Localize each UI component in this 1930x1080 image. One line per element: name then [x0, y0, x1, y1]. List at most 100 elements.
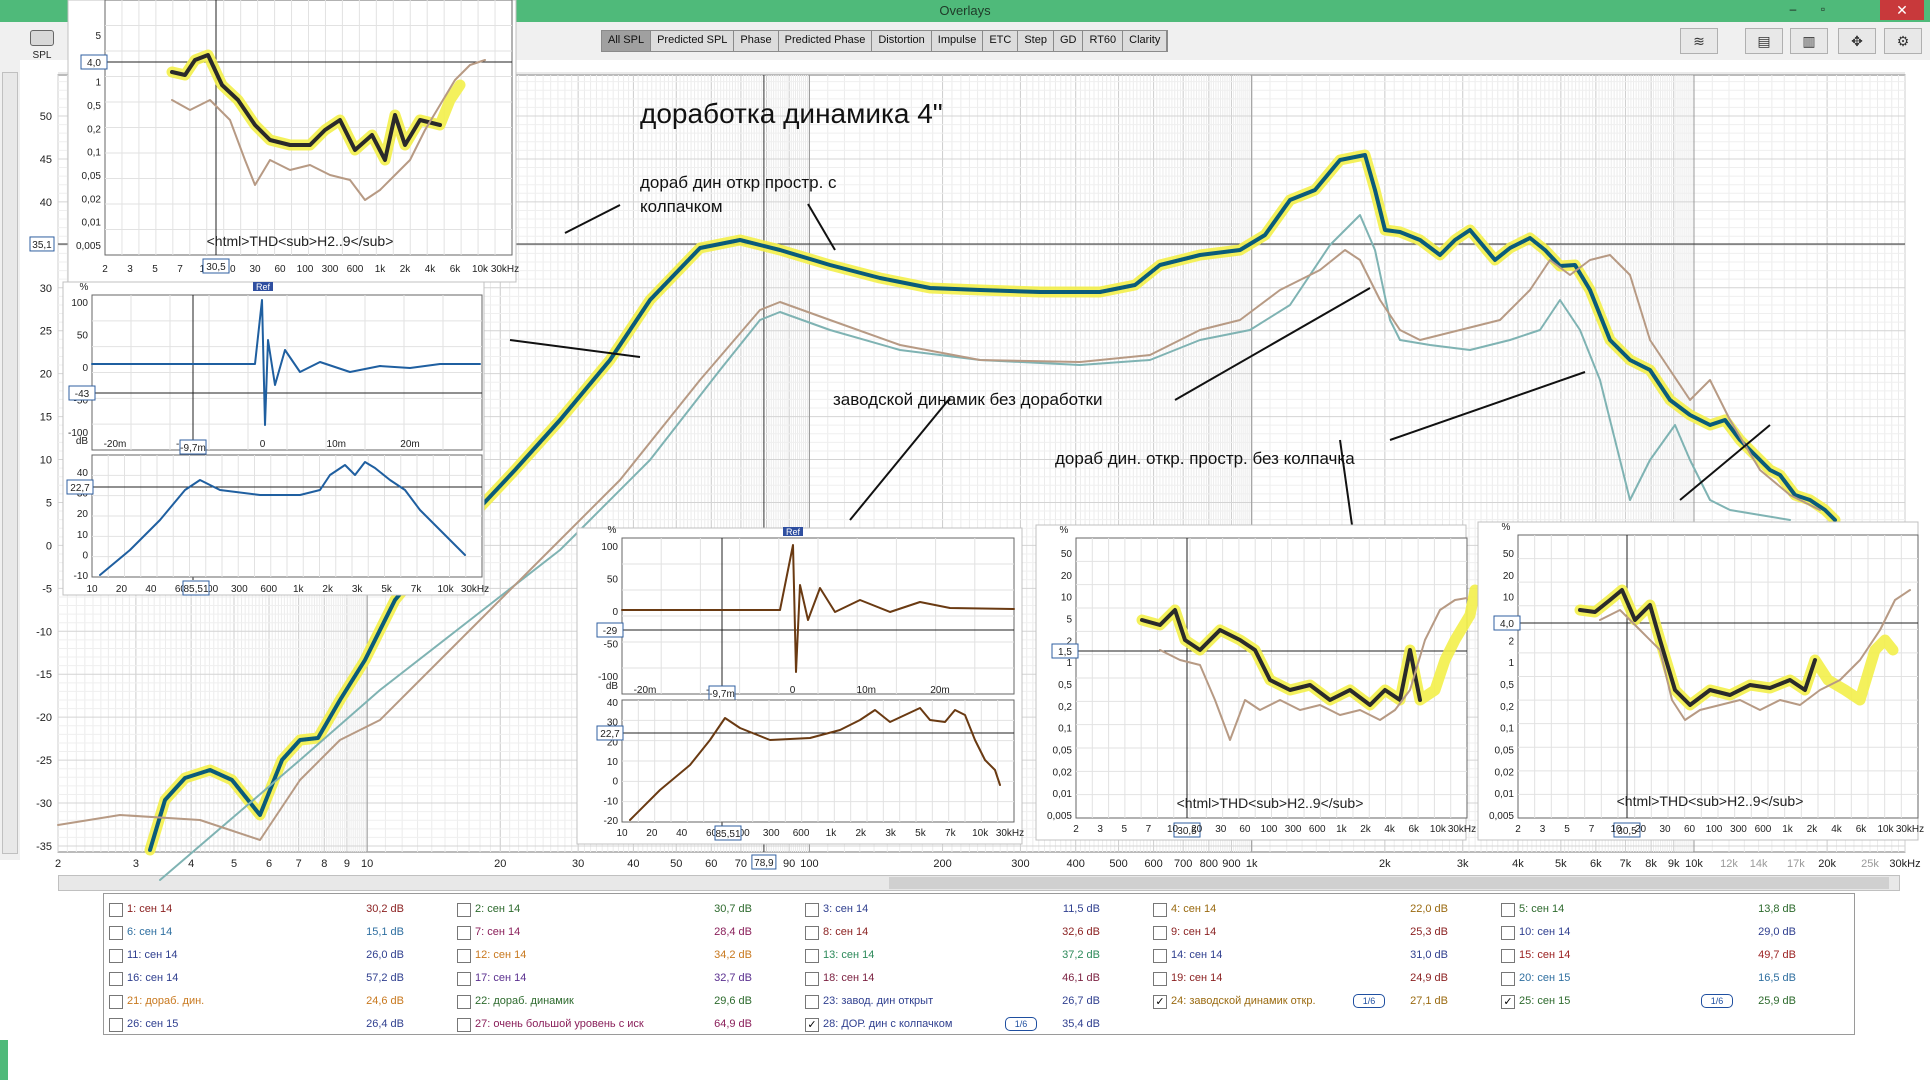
inset-x-tick: 10k — [472, 264, 489, 275]
legend-value: 29,6 dB — [714, 995, 752, 1007]
inset-x-tick: 2k — [400, 264, 412, 275]
legend-checkbox[interactable] — [805, 949, 819, 963]
inset-x-tick: 6k — [1856, 824, 1868, 835]
inset-x-tick: 4k — [425, 264, 437, 275]
legend-checkbox[interactable] — [457, 926, 471, 940]
legend-item[interactable]: 26: сен 15 26,4 dB — [109, 1016, 454, 1034]
legend-name: 2: сен 14 — [475, 903, 521, 915]
legend-checkbox[interactable] — [109, 995, 123, 1009]
x-tick-label: 8k — [1645, 858, 1657, 870]
legend-item[interactable]: 27: очень большой уровень с иск 64,9 dB — [457, 1016, 802, 1034]
legend-checkbox[interactable] — [1501, 903, 1515, 917]
legend-checkbox[interactable] — [1501, 972, 1515, 986]
legend-item[interactable]: 18: сен 14 46,1 dB — [805, 970, 1150, 988]
legend-checkbox[interactable] — [1153, 926, 1167, 940]
legend-item[interactable]: 23: завод. дин открыт 26,7 dB — [805, 993, 1150, 1011]
legend-item[interactable]: 16: сен 14 57,2 dB — [109, 970, 454, 988]
legend-value: 26,7 dB — [1062, 995, 1100, 1007]
legend-checkbox[interactable] — [805, 903, 819, 917]
inset-x-tick: -20m — [634, 685, 657, 696]
legend-item[interactable]: 21: дораб. дин. 24,6 dB — [109, 993, 454, 1011]
inset-x-tick: 2 — [1073, 824, 1079, 835]
legend-checkbox[interactable] — [1153, 949, 1167, 963]
inset-x-tick: 30 — [249, 264, 261, 275]
legend-item[interactable]: 6: сен 14 15,1 dB — [109, 924, 454, 942]
annotation-with-cap: дораб дин откр простр. с — [640, 173, 837, 192]
legend-checkbox[interactable] — [457, 949, 471, 963]
inset-y-tick: 0,05 — [82, 171, 102, 182]
legend-item[interactable]: 10: сен 14 29,0 dB — [1501, 924, 1846, 942]
legend-item[interactable]: 7: сен 14 28,4 dB — [457, 924, 802, 942]
legend-checkbox[interactable]: ✓ — [1153, 995, 1167, 1009]
legend-checkbox[interactable]: ✓ — [805, 1018, 819, 1032]
legend-checkbox[interactable] — [109, 1018, 123, 1032]
legend-name: 8: сен 14 — [823, 926, 869, 938]
inset-y-tick: 1 — [1508, 658, 1514, 669]
legend-checkbox[interactable] — [109, 972, 123, 986]
legend-checkbox[interactable] — [109, 926, 123, 940]
x-tick-label: 7k — [1620, 858, 1632, 870]
legend-value: 35,4 dB — [1062, 1018, 1100, 1030]
inset-y-tick: 0 — [612, 607, 618, 618]
legend-item[interactable]: ✓ 25: сен 15 25,9 dB 1/6 — [1501, 993, 1846, 1011]
legend-checkbox[interactable] — [1501, 926, 1515, 940]
legend-name: 6: сен 14 — [127, 926, 173, 938]
legend-checkbox[interactable] — [805, 926, 819, 940]
legend-item[interactable]: 15: сен 14 49,7 dB — [1501, 947, 1846, 965]
inset-y-tick: 1 — [95, 78, 101, 89]
legend-checkbox[interactable] — [457, 1018, 471, 1032]
legend-item[interactable]: 17: сен 14 32,7 dB — [457, 970, 802, 988]
legend-name: 21: дораб. дин. — [127, 995, 205, 1007]
legend-item[interactable]: 12: сен 14 34,2 dB — [457, 947, 802, 965]
inset-x-tick: 1k — [826, 828, 838, 839]
legend-checkbox[interactable] — [1153, 903, 1167, 917]
thd-top-cursor-y-text: 4,0 — [87, 58, 101, 69]
inset-x-tick: 600 — [1309, 824, 1326, 835]
inset-y-tick: 100 — [601, 542, 618, 553]
thd-inset-right1: % 50 20 10 5 2 1 0,5 0,2 0,1 0,05 0,02 0,01 0,005 1,5 3… — [1035, 524, 1481, 841]
legend-item[interactable]: 5: сен 14 13,8 dB — [1501, 901, 1846, 919]
legend-checkbox[interactable] — [1501, 949, 1515, 963]
legend-item[interactable]: 14: сен 14 31,0 dB — [1153, 947, 1498, 965]
legend-item[interactable]: 19: сен 14 24,9 dB — [1153, 970, 1498, 988]
legend-checkbox[interactable] — [457, 903, 471, 917]
inset-x-tick: 7 — [177, 264, 183, 275]
legend-item[interactable]: 1: сен 14 30,2 dB — [109, 901, 454, 919]
legend-item[interactable]: 2: сен 14 30,7 dB — [457, 901, 802, 919]
spl-mid-cursor-y-text: 22,7 — [600, 729, 620, 740]
x-tick-label: 8 — [321, 858, 327, 870]
legend-checkbox[interactable] — [109, 949, 123, 963]
thd-r2-cursor-y-text: 4,0 — [1500, 619, 1514, 630]
legend-item[interactable]: 3: сен 14 11,5 dB — [805, 901, 1150, 919]
legend-checkbox[interactable]: ✓ — [1501, 995, 1515, 1009]
legend-checkbox[interactable] — [457, 972, 471, 986]
inset-x-tick: 600 — [260, 584, 277, 595]
y-tick-label: 10 — [40, 455, 52, 467]
legend-checkbox[interactable] — [457, 995, 471, 1009]
legend-item[interactable]: 20: сен 15 16,5 dB — [1501, 970, 1846, 988]
legend-checkbox[interactable] — [109, 903, 123, 917]
legend-item[interactable]: 22: дораб. динамик 29,6 dB — [457, 993, 802, 1011]
legend-item[interactable]: 8: сен 14 32,6 dB — [805, 924, 1150, 942]
inset-x-tick: 6k — [450, 264, 462, 275]
legend-item[interactable]: ✓ 28: ДОР. дин с колпачком 35,4 dB 1/6 — [805, 1016, 1150, 1034]
inset-x-tick: 30 — [1215, 824, 1227, 835]
legend-item[interactable]: 4: сен 14 22,0 dB — [1153, 901, 1498, 919]
impulse-mid-cursor-x-text: -9,7m — [709, 689, 735, 700]
inset-x-tick: 300 — [763, 828, 780, 839]
legend-checkbox[interactable] — [805, 995, 819, 1009]
smoothing-badge[interactable]: 1/6 — [1701, 994, 1733, 1008]
legend-item[interactable]: 13: сен 14 37,2 dB — [805, 947, 1150, 965]
legend-checkbox[interactable] — [805, 972, 819, 986]
legend-item[interactable]: 9: сен 14 25,3 dB — [1153, 924, 1498, 942]
legend-value: 28,4 dB — [714, 926, 752, 938]
legend-item[interactable]: ✓ 24: заводской динамик откр. 27,1 dB 1/6 — [1153, 993, 1498, 1011]
thd-r1-label: <html>THD<sub>H2..9</sub> — [1177, 795, 1364, 811]
smoothing-badge[interactable]: 1/6 — [1353, 994, 1385, 1008]
smoothing-badge[interactable]: 1/6 — [1005, 1017, 1037, 1031]
x-tick-label: 40 — [627, 858, 639, 870]
impulse-left-ref: Ref — [256, 282, 271, 292]
legend-checkbox[interactable] — [1153, 972, 1167, 986]
legend-item[interactable]: 11: сен 14 26,0 dB — [109, 947, 454, 965]
inset-x-tick: 10k — [972, 828, 989, 839]
